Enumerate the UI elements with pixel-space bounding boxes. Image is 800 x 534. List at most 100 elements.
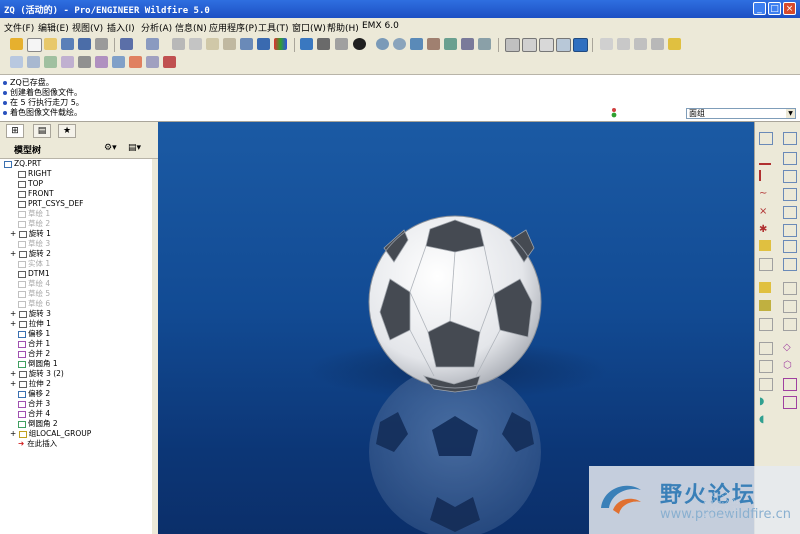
color-appearance-icon[interactable] <box>274 38 287 50</box>
style-icon[interactable] <box>44 56 57 68</box>
tree-item[interactable]: 偏移 1 <box>18 329 50 339</box>
enhanced-realism-icon[interactable] <box>573 38 588 52</box>
boundary-icon[interactable] <box>112 56 125 68</box>
print-icon[interactable] <box>95 38 108 50</box>
tree-item[interactable]: 合并 1 <box>18 339 50 349</box>
tree-item[interactable]: 实体 1 <box>18 259 50 269</box>
hidden-line-icon[interactable] <box>522 38 537 52</box>
merge-tool-icon[interactable]: ◇ <box>783 342 795 353</box>
spin-center-icon[interactable] <box>317 38 330 50</box>
regenerate-icon[interactable] <box>240 38 253 50</box>
expand-icon[interactable]: + <box>10 229 16 238</box>
datum-axis-tool-icon[interactable] <box>783 132 797 145</box>
solidify-tool-icon[interactable] <box>783 396 797 409</box>
extend-tool-icon[interactable] <box>759 378 773 391</box>
selection-filter-dropdown[interactable]: 面组 ▼ <box>686 108 796 119</box>
tree-item[interactable]: + 旋转 3 (2) <box>10 369 64 379</box>
pattern-tool-icon[interactable] <box>783 318 797 331</box>
saved-views-icon[interactable] <box>444 38 457 50</box>
menu-edit[interactable]: 编辑(E) <box>38 21 69 34</box>
new-icon[interactable] <box>10 38 23 50</box>
csys-display-icon[interactable] <box>651 38 664 50</box>
expand-icon[interactable]: + <box>10 249 16 258</box>
annotation-tool-icon[interactable] <box>759 240 771 251</box>
datum-point-tool-icon[interactable] <box>783 152 797 165</box>
point-tool-icon[interactable]: × <box>759 206 771 217</box>
expand-icon[interactable]: + <box>10 319 16 328</box>
delete-view-icon[interactable] <box>163 56 176 68</box>
tree-item[interactable]: 草绘 6 <box>18 299 50 309</box>
extrude-tool-icon[interactable] <box>783 206 797 219</box>
thicken-tool-icon[interactable]: ◗ <box>759 396 771 407</box>
tree-item[interactable]: 草绘 3 <box>18 239 50 249</box>
layers-icon[interactable] <box>461 38 474 50</box>
datum-plane-tool-icon[interactable] <box>759 132 773 145</box>
blend-tool-icon[interactable] <box>783 258 797 271</box>
datum-plane-display-icon[interactable] <box>600 38 613 50</box>
tree-item[interactable]: + 组LOCAL_GROUP <box>10 429 91 439</box>
hole-tool-icon[interactable] <box>759 258 773 271</box>
menu-view[interactable]: 视图(V) <box>72 21 103 34</box>
tree-item[interactable]: 草绘 1 <box>18 209 50 219</box>
menu-analysis[interactable]: 分析(A) <box>141 21 172 34</box>
tree-item[interactable]: 合并 2 <box>18 349 50 359</box>
variable-icon[interactable] <box>146 56 159 68</box>
save-icon[interactable] <box>61 38 74 50</box>
tree-item[interactable]: + 旋转 3 <box>10 309 51 319</box>
tree-item[interactable]: PRT_CSYS_DEF <box>18 199 83 209</box>
style-tool-icon[interactable]: ◖ <box>759 414 771 425</box>
tree-item[interactable]: 草绘 5 <box>18 289 50 299</box>
mirror-tool-icon[interactable] <box>759 342 773 355</box>
wireframe-icon[interactable] <box>505 38 520 52</box>
shading-icon[interactable] <box>556 38 571 52</box>
draft-tool-icon[interactable] <box>759 300 771 311</box>
menu-window[interactable]: 窗口(W) <box>292 21 326 34</box>
tree-item[interactable]: 倒圆角 2 <box>18 419 58 429</box>
zoom-in-icon[interactable] <box>376 38 389 50</box>
menu-file[interactable]: 文件(F) <box>4 21 34 34</box>
revolve-tool-icon[interactable] <box>783 224 797 237</box>
folder-icon[interactable] <box>44 38 57 50</box>
datum-axis-display-icon[interactable] <box>617 38 630 50</box>
folder-browser-tab[interactable]: ▤ <box>33 124 51 138</box>
model-tree-tab[interactable]: ⊞ <box>6 124 24 138</box>
sweep-tool-icon[interactable] <box>783 240 797 253</box>
tree-item[interactable]: 合并 4 <box>18 409 50 419</box>
menu-insert[interactable]: 插入(I) <box>107 21 135 34</box>
maximize-button[interactable]: □ <box>768 2 781 15</box>
curve-tool-icon[interactable]: ∼ <box>759 188 771 199</box>
analysis-feature-icon[interactable] <box>783 188 797 201</box>
zoom-out-icon[interactable] <box>393 38 406 50</box>
no-hidden-icon[interactable] <box>539 38 554 52</box>
tree-item[interactable]: + 拉伸 2 <box>10 379 51 389</box>
menu-emx[interactable]: EMX 6.0 <box>362 21 399 31</box>
expand-icon[interactable]: + <box>10 379 16 388</box>
trim-tool-icon[interactable] <box>759 360 773 373</box>
reorient-icon[interactable] <box>427 38 440 50</box>
rib-tool-icon[interactable] <box>783 282 797 295</box>
save-copy-icon[interactable] <box>78 38 91 50</box>
show-icon[interactable]: ▤▾ <box>128 143 141 153</box>
chamfer-tool-icon[interactable] <box>759 318 773 331</box>
tree-item[interactable]: + 旋转 2 <box>10 249 51 259</box>
sketch-tool-icon[interactable] <box>61 56 74 68</box>
tree-item[interactable]: + 旋转 1 <box>10 229 51 239</box>
chevron-down-icon[interactable]: ▼ <box>786 109 795 118</box>
expand-icon[interactable]: + <box>10 309 16 318</box>
undo-icon[interactable] <box>120 38 133 50</box>
offset-tool-icon[interactable] <box>783 378 797 391</box>
open-icon[interactable] <box>27 38 42 52</box>
tree-item[interactable]: ZQ.PRT <box>4 159 41 169</box>
tree-item[interactable]: 合并 3 <box>18 399 50 409</box>
analysis-icon[interactable] <box>129 56 142 68</box>
cut-icon[interactable] <box>172 38 185 50</box>
copy-icon[interactable] <box>189 38 202 50</box>
redo-icon[interactable] <box>146 38 159 50</box>
surface-icon[interactable] <box>10 56 23 68</box>
tree-item[interactable]: DTM1 <box>18 269 50 279</box>
regenerate-manager-icon[interactable] <box>257 38 270 50</box>
tree-item[interactable]: 偏移 2 <box>18 389 50 399</box>
minimize-button[interactable]: _ <box>753 2 766 15</box>
tree-item[interactable]: ➜ 在此插入 <box>18 439 57 449</box>
intersect-tool-icon[interactable]: ⬡ <box>783 360 795 371</box>
